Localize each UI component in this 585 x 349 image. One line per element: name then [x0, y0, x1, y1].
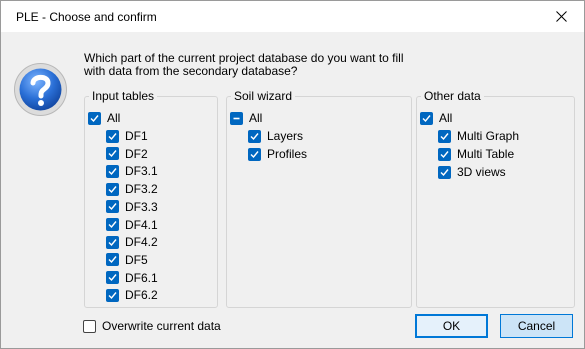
checkbox-label: DF3.2 [125, 182, 158, 197]
other-data-item-checkbox[interactable]: 3D views [438, 164, 506, 180]
checkmark-icon [106, 182, 119, 196]
checkbox-label: All [107, 111, 121, 125]
other-data-item-checkbox[interactable]: Multi Table [438, 146, 514, 162]
checkmark-icon [106, 271, 119, 285]
other-data-group: Other data All Multi Graph Multi Table 3D … [416, 89, 575, 308]
checkbox-label: DF6.1 [125, 270, 158, 285]
checkbox-label: Layers [267, 129, 304, 143]
dialog-window: PLE - Choose and confirm Which part of t… [0, 0, 585, 349]
input-tables-all-checkbox[interactable]: All [88, 110, 120, 126]
window-title: PLE - Choose and confirm [16, 10, 157, 24]
overwrite-label: Overwrite current data [102, 319, 221, 333]
checkmark-icon [106, 147, 119, 161]
input-tables-item-checkbox[interactable]: DF2 [106, 146, 148, 162]
checkbox-label: DF6.2 [125, 288, 158, 303]
checkmark-icon [88, 111, 101, 125]
input-tables-item-checkbox[interactable]: DF6.1 [106, 270, 158, 286]
checkmark-icon [106, 288, 119, 302]
checkbox-label: DF1 [125, 129, 148, 143]
checkbox-label: All [439, 111, 453, 125]
other-data-title: Other data [421, 89, 484, 103]
checkmark-icon [420, 111, 433, 125]
overwrite-checkbox[interactable]: Overwrite current data [83, 318, 221, 334]
question-text: Which part of the current project databa… [84, 51, 404, 78]
checkbox-empty-icon [83, 319, 96, 333]
close-icon [555, 11, 567, 22]
close-button[interactable] [538, 1, 584, 32]
dialog-body: Which part of the current project databa… [1, 32, 584, 348]
title-bar: PLE - Choose and confirm [1, 1, 584, 32]
other-data-all-checkbox[interactable]: All [420, 110, 452, 126]
checkbox-label: DF2 [125, 146, 148, 161]
checkbox-label: DF4.1 [125, 217, 158, 232]
checkbox-label: Profiles [267, 147, 308, 161]
input-tables-item-checkbox[interactable]: DF3.2 [106, 181, 158, 197]
checkmark-icon [106, 164, 119, 178]
checkmark-icon [248, 129, 261, 143]
checkmark-icon [438, 165, 451, 179]
input-tables-item-checkbox[interactable]: DF3.1 [106, 163, 158, 179]
ok-button[interactable]: OK [415, 314, 488, 338]
checkmark-icon [438, 129, 451, 143]
input-tables-item-checkbox[interactable]: DF4.1 [106, 217, 158, 233]
checkbox-label: 3D views [457, 165, 506, 179]
input-tables-item-checkbox[interactable]: DF3.3 [106, 199, 158, 215]
soil-wizard-item-checkbox[interactable]: Profiles [248, 146, 307, 162]
input-tables-title: Input tables [89, 89, 158, 103]
question-icon [14, 63, 67, 116]
input-tables-item-checkbox[interactable]: DF6.2 [106, 287, 158, 303]
checkbox-label: DF4.2 [125, 235, 158, 250]
checkbox-label: DF3.1 [125, 164, 158, 179]
soil-wizard-group: Soil wizard All Layers Profiles [226, 89, 412, 308]
cancel-button[interactable]: Cancel [500, 314, 573, 338]
checkmark-icon [106, 129, 119, 143]
input-tables-item-checkbox[interactable]: DF5 [106, 252, 148, 268]
input-tables-item-checkbox[interactable]: DF4.2 [106, 234, 158, 250]
checkmark-icon [106, 253, 119, 267]
checkmark-icon [106, 218, 119, 231]
checkbox-label: All [249, 111, 263, 125]
checkbox-label: DF5 [125, 252, 148, 267]
soil-wizard-title: Soil wizard [231, 89, 296, 103]
soil-wizard-item-checkbox[interactable]: Layers [248, 128, 303, 144]
checkmark-icon [106, 200, 119, 214]
soil-wizard-all-checkbox[interactable]: All [230, 110, 262, 126]
checkmark-icon [438, 147, 451, 161]
input-tables-item-checkbox[interactable]: DF1 [106, 128, 148, 144]
checkbox-label: Multi Table [457, 147, 515, 161]
other-data-item-checkbox[interactable]: Multi Graph [438, 128, 519, 144]
checkbox-label: Multi Graph [457, 129, 520, 143]
checkmark-icon [106, 235, 119, 249]
input-tables-group: Input tables All DF1 DF2 DF3.1 DF3.2 DF3.3 DF… [84, 89, 218, 308]
indeterminate-icon [230, 111, 243, 125]
checkbox-label: DF3.3 [125, 199, 158, 214]
checkmark-icon [248, 147, 261, 161]
